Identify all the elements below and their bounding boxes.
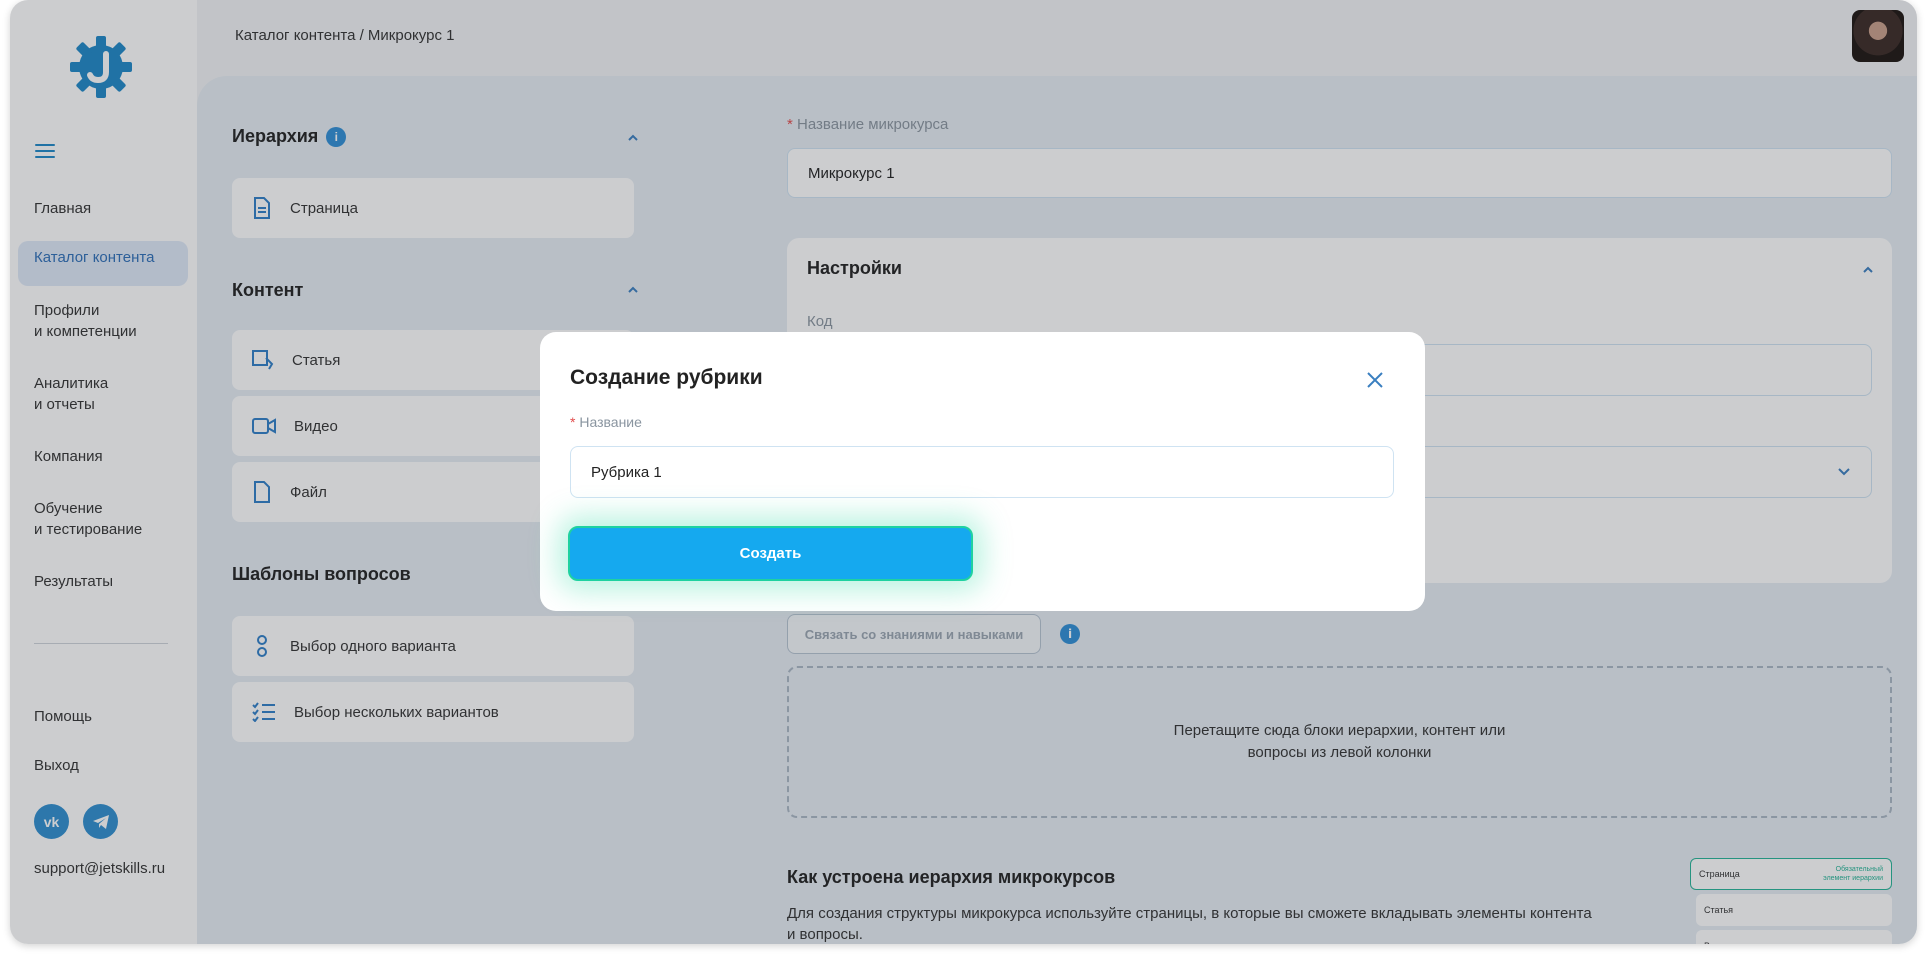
create-button[interactable]: Создать — [568, 526, 973, 581]
modal-title: Создание рубрики — [570, 366, 763, 389]
rubric-name-label: * Название — [570, 414, 642, 430]
rubric-name-input[interactable]: Рубрика 1 — [570, 446, 1394, 498]
close-icon[interactable] — [1363, 368, 1387, 392]
create-rubric-modal: Создание рубрики * Название Рубрика 1 Со… — [540, 332, 1425, 611]
app-window: Главная Каталог контента Профили и компе… — [10, 0, 1917, 944]
